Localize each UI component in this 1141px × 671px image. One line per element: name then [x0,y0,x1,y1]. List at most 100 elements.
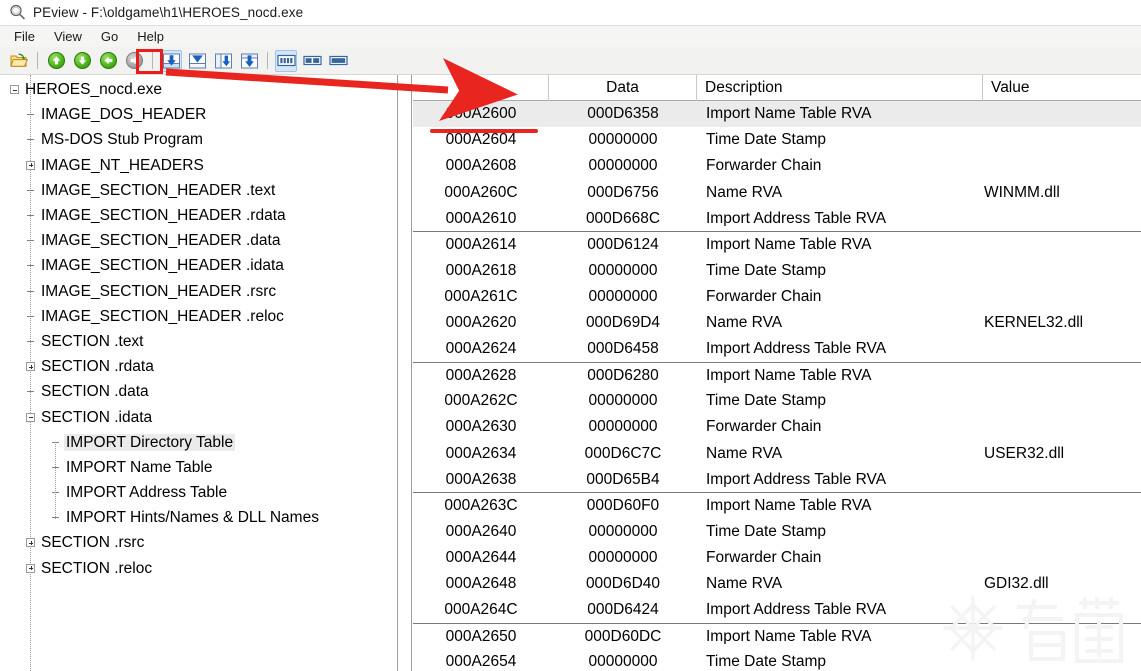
layout-two-pane-icon [303,54,322,68]
cell-pfile: 000A2648 [413,576,549,592]
table-row[interactable]: 000A2620000D69D4Name RVAKERNEL32.dll [413,310,1141,336]
table-row[interactable]: 000A2610000D668CImport Address Table RVA [413,205,1141,231]
view-struct-button[interactable] [186,50,208,72]
window-title: PEview - F:\oldgame\h1\HEROES_nocd.exe [33,5,303,20]
table-row[interactable]: 000A260800000000Forwarder Chain [413,153,1141,179]
open-file-button[interactable] [8,50,30,72]
expand-icon[interactable] [26,538,35,547]
cell-pfile: 000A2630 [413,419,549,435]
collapse-icon[interactable] [10,85,19,94]
cell-data: 00000000 [549,524,697,540]
table-row[interactable]: 000A264C000D6424Import Address Table RVA [413,597,1141,623]
cell-description: Time Date Stamp [697,654,983,670]
table-row[interactable]: 000A260400000000Time Date Stamp [413,127,1141,153]
table-row[interactable]: 000A2624000D6458Import Address Table RVA [413,336,1141,362]
list-body: 000A2600000D6358Import Name Table RVA000… [413,101,1141,671]
table-row[interactable]: 000A263C000D60F0Import Name Table RVA [413,492,1141,518]
cell-data: 00000000 [549,132,697,148]
menu-go[interactable]: Go [92,28,127,46]
peview-window: PEview - F:\oldgame\h1\HEROES_nocd.exe F… [0,0,1141,671]
toolbar [0,47,1141,75]
column-header-description[interactable]: Description [697,75,983,101]
tree-node[interactable]: SECTION .idata [0,404,397,429]
view-detail-button[interactable] [212,50,234,72]
column-header-value[interactable]: Value [983,75,1141,101]
table-row[interactable]: 000A264400000000Forwarder Chain [413,545,1141,571]
table-row[interactable]: 000A265400000000Time Date Stamp [413,649,1141,671]
tree-node[interactable]: MS-DOS Stub Program [0,127,397,152]
table-row[interactable]: 000A262C00000000Time Date Stamp [413,388,1141,414]
cell-description: Import Address Table RVA [697,341,983,357]
tree-node-label: SECTION .data [39,383,151,400]
tree-node[interactable]: IMAGE_DOS_HEADER [0,102,397,127]
layout-columns-icon [277,54,296,68]
tree-node[interactable]: IMAGE_SECTION_HEADER .rsrc [0,279,397,304]
column-header-data[interactable]: Data [549,75,697,101]
collapse-icon[interactable] [26,413,35,422]
structure-tree-pane[interactable]: HEROES_nocd.exeIMAGE_DOS_HEADERMS-DOS St… [0,75,398,671]
expand-icon[interactable] [26,362,35,371]
tree-branch-icon [26,387,35,396]
table-row[interactable]: 000A261C00000000Forwarder Chain [413,284,1141,310]
layout-single-button[interactable] [275,50,297,72]
tree-node[interactable]: SECTION .text [0,329,397,354]
tree-node[interactable]: IMPORT Name Table [0,455,397,480]
table-row[interactable]: 000A2648000D6D40Name RVAGDI32.dll [413,571,1141,597]
menu-file[interactable]: File [5,28,44,46]
tree-node[interactable]: IMAGE_SECTION_HEADER .data [0,228,397,253]
arrow-left-circle-icon [100,52,117,69]
nav-up-button[interactable] [45,50,67,72]
layout-two-button[interactable] [301,50,323,72]
cell-data: 00000000 [549,289,697,305]
table-row[interactable]: 000A2614000D6124Import Name Table RVA [413,231,1141,257]
view-hex-button[interactable] [160,50,182,72]
tree-node[interactable]: SECTION .reloc [0,556,397,581]
nav-forward-button[interactable] [123,50,145,72]
tree-node-label: IMAGE_SECTION_HEADER .data [39,232,282,249]
table-row[interactable]: 000A2628000D6280Import Name Table RVA [413,362,1141,388]
tree-node[interactable]: HEROES_nocd.exe [0,77,397,102]
cell-data: 000D6D40 [549,576,697,592]
cell-pfile: 000A2620 [413,315,549,331]
tree-node[interactable]: IMPORT Address Table [0,480,397,505]
cell-description: Name RVA [697,185,983,201]
column-header-pfile[interactable]: pFile [413,75,549,101]
view-all-button[interactable] [238,50,260,72]
tree-node[interactable]: IMPORT Hints/Names & DLL Names [0,505,397,530]
nav-back-button[interactable] [97,50,119,72]
cell-data: 00000000 [549,393,697,409]
table-row[interactable]: 000A2600000D6358Import Name Table RVA [413,101,1141,127]
layout-one-button[interactable] [327,50,349,72]
tree-node[interactable]: SECTION .data [0,379,397,404]
tree-node[interactable]: IMAGE_SECTION_HEADER .rdata [0,203,397,228]
cell-data: 00000000 [549,158,697,174]
table-row[interactable]: 000A264000000000Time Date Stamp [413,519,1141,545]
cell-description: Import Address Table RVA [697,602,983,618]
menu-view[interactable]: View [45,28,91,46]
table-row[interactable]: 000A263000000000Forwarder Chain [413,414,1141,440]
tree-node[interactable]: IMAGE_SECTION_HEADER .reloc [0,304,397,329]
nav-down-button[interactable] [71,50,93,72]
field-list-pane[interactable]: pFile Data Description Value 000A2600000… [413,75,1141,671]
menu-help[interactable]: Help [128,28,173,46]
table-row[interactable]: 000A2638000D65B4Import Address Table RVA [413,466,1141,492]
tree-node[interactable]: IMPORT Directory Table [0,430,397,455]
tree-node[interactable]: IMAGE_SECTION_HEADER .text [0,178,397,203]
cell-pfile: 000A2650 [413,629,549,645]
title-bar: PEview - F:\oldgame\h1\HEROES_nocd.exe [0,0,1141,26]
tree-node[interactable]: IMAGE_SECTION_HEADER .idata [0,253,397,278]
expand-icon[interactable] [26,564,35,573]
table-row[interactable]: 000A260C000D6756Name RVAWINMM.dll [413,179,1141,205]
chevron-down-box-icon [188,52,207,70]
arrow-into-box-icon [162,52,181,70]
table-row[interactable]: 000A261800000000Time Date Stamp [413,258,1141,284]
expand-icon[interactable] [26,161,35,170]
table-row[interactable]: 000A2650000D60DCImport Name Table RVA [413,623,1141,649]
tree-node[interactable]: SECTION .rdata [0,354,397,379]
cell-description: Forwarder Chain [697,419,983,435]
table-row[interactable]: 000A2634000D6C7CName RVAUSER32.dll [413,440,1141,466]
tree-node[interactable]: SECTION .rsrc [0,530,397,555]
tree-node[interactable]: IMAGE_NT_HEADERS [0,153,397,178]
cell-data: 000D668C [549,211,697,227]
pane-splitter[interactable] [398,75,412,671]
